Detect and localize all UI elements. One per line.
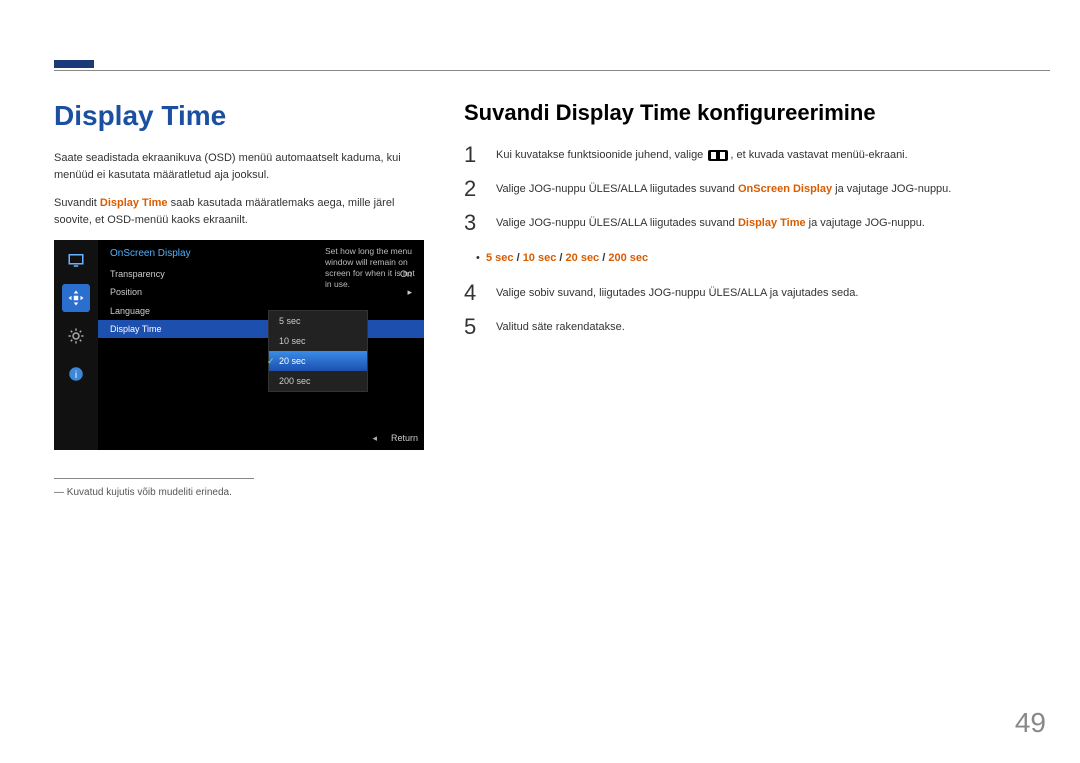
header-accent-bar [54, 60, 94, 68]
section-heading: Display Time [54, 100, 424, 132]
step-number: 1 [464, 144, 482, 166]
page-content: Display Time Saate seadistada ekraanikuv… [54, 100, 1050, 498]
header-rule [54, 70, 1050, 71]
footnote-text: ― Kuvatud kujutis võib mudeliti erineda. [54, 487, 424, 498]
osd-option-5sec: 5 sec [269, 311, 367, 331]
intro-para-1: Saate seadistada ekraanikuva (OSD) menüü… [54, 150, 424, 183]
menu-button-icon [708, 150, 728, 161]
step-number: 3 [464, 212, 482, 234]
footnote-rule [54, 478, 254, 479]
right-heading: Suvandi Display Time konfigureerimine [464, 100, 1050, 126]
position-icon [62, 284, 90, 312]
step-text: Valige JOG-nuppu ÜLES/ALLA liigutades su… [496, 178, 1050, 195]
step-text: Valige JOG-nuppu ÜLES/ALLA liigutades su… [496, 212, 1050, 229]
osd-option-20sec: ✓20 sec [269, 351, 367, 371]
info-icon: i [62, 360, 90, 388]
return-arrow-icon: ◂ [372, 433, 377, 443]
osd-item-language: Language [98, 302, 424, 320]
svg-text:i: i [75, 369, 77, 381]
step-1: 1 Kui kuvatakse funktsioonide juhend, va… [464, 144, 1050, 166]
osd-item-display-time: Display Time [98, 320, 424, 338]
monitor-icon [62, 246, 90, 274]
step-number: 2 [464, 178, 482, 200]
checkmark-icon: ✓ [267, 356, 275, 367]
page-number: 49 [1015, 707, 1046, 739]
step-text: Kui kuvatakse funktsioonide juhend, vali… [496, 144, 1050, 161]
osd-option-200sec: 200 sec [269, 371, 367, 391]
step-3: 3 Valige JOG-nuppu ÜLES/ALLA liigutades … [464, 212, 1050, 234]
intro-para-2: Suvandit Display Time saab kasutada määr… [54, 195, 424, 228]
gear-icon [62, 322, 90, 350]
osd-help-text: Set how long the menu window will remain… [325, 246, 418, 290]
left-column: Display Time Saate seadistada ekraanikuv… [54, 100, 424, 498]
step-text: Valitud säte rakendatakse. [496, 316, 1050, 333]
step-4: 4 Valige sobiv suvand, liigutades JOG-nu… [464, 282, 1050, 304]
step-5: 5 Valitud säte rakendatakse. [464, 316, 1050, 338]
options-bullet: • 5 sec / 10 sec / 20 sec / 200 sec [464, 252, 1050, 264]
step-2: 2 Valige JOG-nuppu ÜLES/ALLA liigutades … [464, 178, 1050, 200]
steps-list: 1 Kui kuvatakse funktsioonide juhend, va… [464, 144, 1050, 338]
right-column: Suvandi Display Time konfigureerimine 1 … [464, 100, 1050, 498]
para2-highlight: Display Time [100, 197, 168, 209]
para2-pre: Suvandit [54, 197, 100, 209]
osd-screenshot: i OnScreen Display TransparencyOn Positi… [54, 240, 424, 450]
step-number: 4 [464, 282, 482, 304]
osd-tab-sidebar: i [54, 240, 98, 450]
step-text: Valige sobiv suvand, liigutades JOG-nupp… [496, 282, 1050, 299]
osd-main-panel: OnScreen Display TransparencyOn Position… [98, 240, 424, 450]
osd-submenu: 5 sec 10 sec ✓20 sec 200 sec [268, 310, 368, 392]
osd-return-label: ◂Return [372, 433, 418, 444]
osd-option-10sec: 10 sec [269, 331, 367, 351]
step-number: 5 [464, 316, 482, 338]
